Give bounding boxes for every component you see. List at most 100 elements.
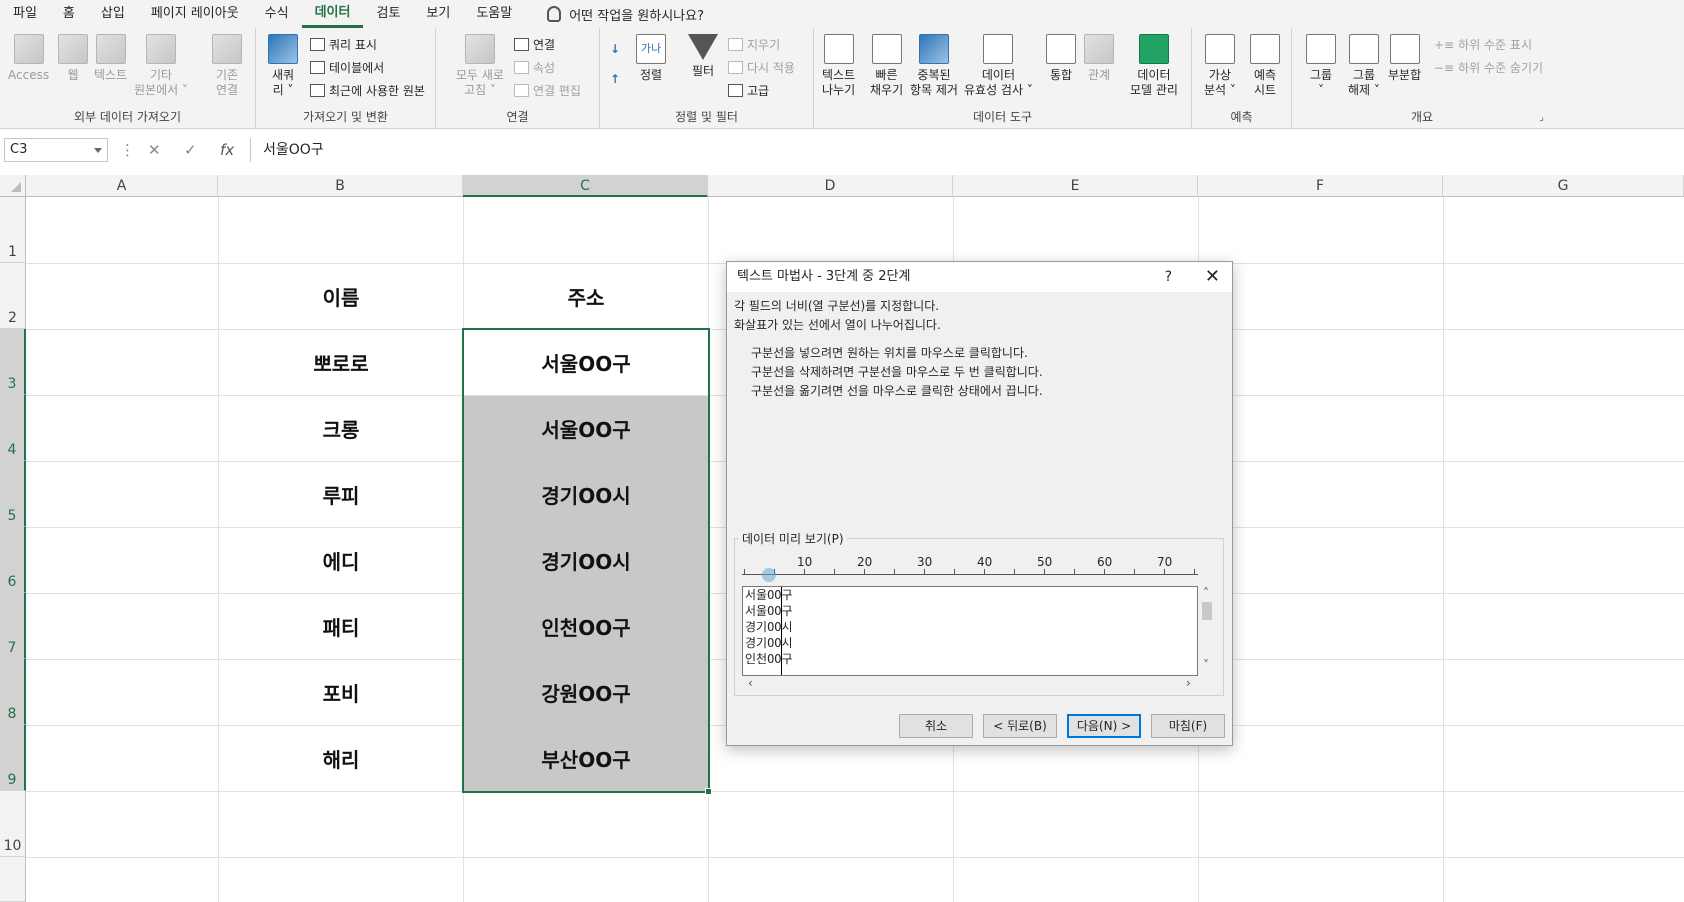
text-to-columns-button[interactable]: 텍스트 나누기 xyxy=(822,34,855,98)
insert-function-icon[interactable]: fx xyxy=(220,138,234,162)
row-header-4[interactable]: 4 xyxy=(0,395,26,461)
cancel-icon[interactable]: ✕ xyxy=(148,138,161,162)
help-icon[interactable]: ? xyxy=(1165,262,1172,292)
cell-b5[interactable]: 루피 xyxy=(219,462,463,527)
tab-home[interactable]: 홈 xyxy=(50,0,88,28)
group-button[interactable]: 그룹 ˅ xyxy=(1306,34,1336,98)
data-preview-box[interactable]: 서울OO구 서울OO구 경기OO시 경기OO시 인천OO구 xyxy=(742,586,1198,676)
row-header-3[interactable]: 3 xyxy=(0,329,26,395)
tab-data[interactable]: 데이터 xyxy=(301,0,364,28)
cell-b3[interactable]: 뽀로로 xyxy=(219,330,463,395)
access-button[interactable]: Access xyxy=(8,34,49,83)
cell-c3[interactable]: 서울OO구 xyxy=(464,330,708,395)
row-header-8[interactable]: 8 xyxy=(0,659,26,725)
enter-icon[interactable]: ✓ xyxy=(184,138,197,162)
column-break-line[interactable] xyxy=(781,587,782,675)
back-button[interactable]: < 뒤로(B) xyxy=(983,714,1057,738)
other-sources-button[interactable]: 기타 원본에서 ˅ xyxy=(134,34,188,98)
scroll-thumb[interactable] xyxy=(1202,602,1212,620)
web-button[interactable]: 웹 xyxy=(58,34,88,83)
recent-sources-button[interactable]: 최근에 사용한 원본 xyxy=(310,82,425,99)
clear-filter-button[interactable]: 지우기 xyxy=(728,36,780,53)
cell-c2[interactable]: 주소 xyxy=(464,264,708,329)
subtotal-button[interactable]: 부분합 xyxy=(1388,34,1421,83)
relationships-button[interactable]: 관계 xyxy=(1084,34,1114,83)
chevron-up-icon[interactable]: ˄ xyxy=(1203,586,1209,600)
consolidate-button[interactable]: 통합 xyxy=(1046,34,1076,83)
tell-me-box[interactable]: 어떤 작업을 원하시나요? xyxy=(547,5,704,24)
data-validation-button[interactable]: 데이터 유효성 검사 ˅ xyxy=(964,34,1033,98)
chevron-down-icon[interactable]: ˅ xyxy=(1203,658,1209,672)
dialog-launcher-icon[interactable]: ⌟ xyxy=(1539,112,1544,123)
row-header-10[interactable]: 10 xyxy=(0,791,26,857)
cell-b6[interactable]: 에디 xyxy=(219,528,463,593)
tab-formulas[interactable]: 수식 xyxy=(252,0,302,28)
sort-button[interactable]: 가나 정렬 xyxy=(636,34,666,83)
row-header-5[interactable]: 5 xyxy=(0,461,26,527)
what-if-button[interactable]: 가상 분석 ˅ xyxy=(1204,34,1236,98)
flash-fill-button[interactable]: 빠른 채우기 xyxy=(870,34,903,98)
close-icon[interactable]: ✕ xyxy=(1205,262,1220,292)
data-model-button[interactable]: 데이터 모델 관리 xyxy=(1130,34,1178,98)
filter-button[interactable]: 필터 xyxy=(688,34,718,79)
tab-file[interactable]: 파일 xyxy=(0,0,50,28)
show-queries-button[interactable]: 쿼리 표시 xyxy=(310,36,377,53)
column-header-b[interactable]: B xyxy=(218,175,463,197)
row-header-7[interactable]: 7 xyxy=(0,593,26,659)
from-table-button[interactable]: 테이블에서 xyxy=(310,59,384,76)
chevron-right-icon[interactable]: › xyxy=(1186,676,1191,690)
cell-b8[interactable]: 포비 xyxy=(219,660,463,725)
column-header-g[interactable]: G xyxy=(1443,175,1684,197)
tab-review[interactable]: 검토 xyxy=(363,0,413,28)
cancel-button[interactable]: 취소 xyxy=(899,714,973,738)
column-header-c[interactable]: C xyxy=(463,175,708,197)
refresh-all-button[interactable]: 모두 새로 고침 ˅ xyxy=(456,34,504,98)
edit-links-button[interactable]: 연결 편집 xyxy=(514,82,581,99)
chevron-left-icon[interactable]: ‹ xyxy=(748,676,753,690)
column-header-d[interactable]: D xyxy=(708,175,953,197)
text-import-button[interactable]: 텍스트 xyxy=(94,34,127,83)
cell-c5[interactable]: 경기OO시 xyxy=(464,462,708,527)
preview-vertical-scrollbar[interactable]: ˄ ˅ xyxy=(1198,586,1216,676)
cell-b9[interactable]: 해리 xyxy=(219,726,463,791)
finish-button[interactable]: 마침(F) xyxy=(1151,714,1225,738)
row-header-6[interactable]: 6 xyxy=(0,527,26,593)
cell-b4[interactable]: 크롱 xyxy=(219,396,463,461)
properties-button[interactable]: 속성 xyxy=(514,59,555,76)
cell-c6[interactable]: 경기OO시 xyxy=(464,528,708,593)
show-detail-button[interactable]: +≡ 하위 수준 표시 xyxy=(1434,36,1532,53)
reapply-button[interactable]: 다시 적용 xyxy=(728,59,795,76)
column-header-e[interactable]: E xyxy=(953,175,1198,197)
row-header-1[interactable]: 1 xyxy=(0,197,26,263)
cell-c7[interactable]: 인천OO구 xyxy=(464,594,708,659)
column-ruler[interactable]: 10 20 30 40 50 60 70 xyxy=(742,555,1198,579)
column-header-a[interactable]: A xyxy=(26,175,218,197)
sort-desc-button[interactable]: ↑ xyxy=(610,72,620,86)
column-header-f[interactable]: F xyxy=(1198,175,1443,197)
connections-button[interactable]: 연결 xyxy=(514,36,555,53)
remove-duplicates-button[interactable]: 중복된 항목 제거 xyxy=(910,34,958,98)
tab-insert[interactable]: 삽입 xyxy=(88,0,138,28)
cell-c4[interactable]: 서울OO구 xyxy=(464,396,708,461)
sort-asc-button[interactable]: ↓ xyxy=(610,42,620,56)
cell-b2[interactable]: 이름 xyxy=(219,264,463,329)
cell-c9[interactable]: 부산OO구 xyxy=(464,726,708,791)
tab-page-layout[interactable]: 페이지 레이아웃 xyxy=(138,0,252,28)
cell-c8[interactable]: 강원OO구 xyxy=(464,660,708,725)
existing-connections-button[interactable]: 기존 연결 xyxy=(212,34,242,98)
cell-b7[interactable]: 패티 xyxy=(219,594,463,659)
name-box[interactable]: C3 xyxy=(4,138,108,162)
formula-input[interactable]: 서울OO구 xyxy=(250,138,1684,162)
chevron-down-icon[interactable] xyxy=(94,148,102,153)
row-header-9[interactable]: 9 xyxy=(0,725,26,791)
next-button[interactable]: 다음(N) > xyxy=(1067,714,1141,738)
hide-detail-button[interactable]: −≡ 하위 수준 숨기기 xyxy=(1434,59,1543,76)
forecast-sheet-button[interactable]: 예측 시트 xyxy=(1250,34,1280,98)
ungroup-button[interactable]: 그룹 해제 ˅ xyxy=(1348,34,1380,98)
select-all-button[interactable] xyxy=(0,175,26,197)
tab-help[interactable]: 도움말 xyxy=(463,0,525,28)
row-header-2[interactable]: 2 xyxy=(0,263,26,329)
row-header-11[interactable] xyxy=(0,857,26,902)
advanced-filter-button[interactable]: 고급 xyxy=(728,82,769,99)
fill-handle[interactable] xyxy=(705,788,712,795)
